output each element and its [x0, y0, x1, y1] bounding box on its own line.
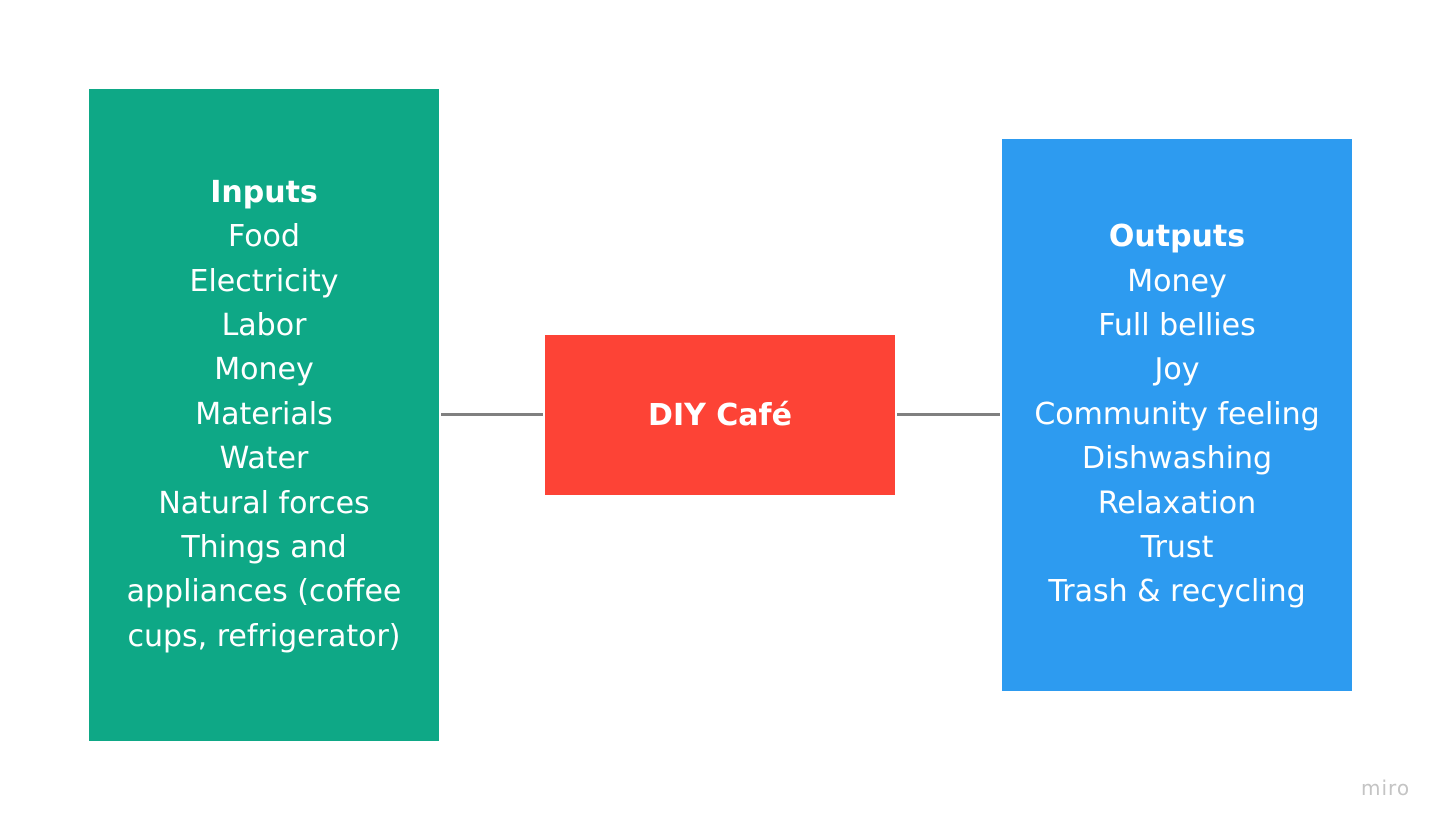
- center-box[interactable]: DIY Café: [545, 335, 895, 495]
- inputs-item: Labor: [221, 307, 307, 343]
- outputs-item: Community feeling: [1034, 396, 1320, 432]
- outputs-item: Full bellies: [1098, 307, 1256, 343]
- center-title: DIY Café: [648, 397, 792, 433]
- inputs-item: cups, refrigerator): [127, 618, 401, 654]
- inputs-item: appliances (coffee: [126, 574, 402, 610]
- inputs-item: Materials: [195, 396, 333, 432]
- connector-center-to-outputs[interactable]: [897, 413, 1000, 416]
- outputs-box[interactable]: Outputs Money Full bellies Joy Community…: [1002, 139, 1352, 691]
- inputs-item: Water: [219, 441, 309, 477]
- outputs-title: Outputs: [1108, 219, 1246, 255]
- inputs-box[interactable]: Inputs Food Electricity Labor Money Mate…: [89, 89, 439, 741]
- outputs-item: Joy: [1154, 352, 1200, 388]
- outputs-item: Trash & recycling: [1048, 574, 1306, 610]
- outputs-item: Money: [1127, 263, 1227, 299]
- miro-logo: miro: [1361, 776, 1411, 800]
- outputs-item: Relaxation: [1097, 485, 1257, 521]
- inputs-item: Food: [228, 219, 300, 255]
- inputs-item: Electricity: [189, 263, 339, 299]
- inputs-title: Inputs: [210, 174, 318, 210]
- connector-inputs-to-center[interactable]: [441, 413, 543, 416]
- outputs-item: Trust: [1140, 530, 1214, 566]
- inputs-item: Things and: [181, 530, 347, 566]
- outputs-item: Dishwashing: [1081, 441, 1273, 477]
- inputs-item: Natural forces: [158, 485, 370, 521]
- inputs-item: Money: [214, 352, 314, 388]
